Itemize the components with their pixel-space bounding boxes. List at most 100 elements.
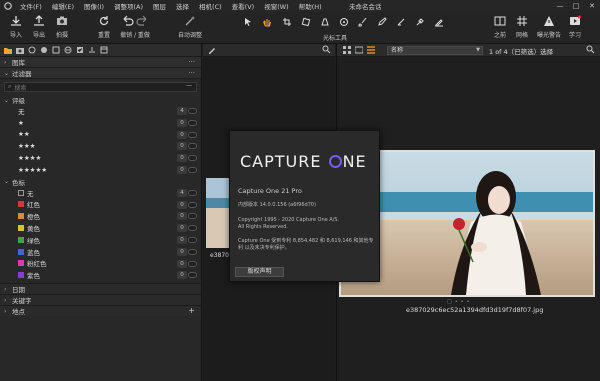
crop-tool[interactable] xyxy=(281,16,293,28)
filter-toggle[interactable] xyxy=(188,143,197,150)
filter-toggle[interactable] xyxy=(188,236,197,243)
search-icon[interactable] xyxy=(322,45,331,56)
count: 0 xyxy=(177,154,187,163)
filter-toggle[interactable] xyxy=(188,119,197,126)
menu-edit[interactable]: 编辑(E) xyxy=(47,1,79,11)
rating-filter-row[interactable]: ★★ 0 xyxy=(0,129,201,141)
menu-help[interactable]: 帮助(H) xyxy=(294,1,327,11)
undo-redo-button[interactable]: 撤销 / 重做 xyxy=(118,14,152,39)
search-icon[interactable] xyxy=(586,45,595,56)
batch-tab-icon[interactable] xyxy=(99,46,108,55)
output-tab-icon[interactable] xyxy=(87,46,96,55)
filter-toggle[interactable] xyxy=(188,131,197,138)
library-section[interactable]: › 图库 ··· xyxy=(0,57,201,68)
rating-filter-row[interactable]: ★ 0 xyxy=(0,117,201,129)
filters-section[interactable]: ⌄ 过滤器 ··· xyxy=(0,68,201,79)
library-tab-icon[interactable] xyxy=(3,46,12,55)
menu-file[interactable]: 文件(F) xyxy=(15,1,47,11)
pen-icon[interactable] xyxy=(208,46,216,56)
filters-label: 过滤器 xyxy=(12,70,32,78)
color-tag-filter-row[interactable]: 黄色 0 xyxy=(0,222,201,234)
rating-group[interactable]: ⌄ 评级 xyxy=(0,95,201,106)
keystone-tool[interactable] xyxy=(319,16,331,28)
close-button[interactable]: ✕ xyxy=(584,0,600,12)
menu-adjustments[interactable]: 调整项(A) xyxy=(109,1,148,11)
keywords-section[interactable]: › 关键字 xyxy=(0,294,201,306)
color-tag-filter-row[interactable]: 红色 0 xyxy=(0,199,201,211)
color-tag-filter-row[interactable]: 无4 xyxy=(0,187,201,199)
build-text: 内部版本 14.0.0.156 (a6f96d70) xyxy=(238,202,317,208)
annotate-tool[interactable] xyxy=(433,16,445,28)
export-button[interactable]: 导出 xyxy=(27,14,51,39)
lens-tab-icon[interactable] xyxy=(27,46,36,55)
before-button[interactable]: 之前 xyxy=(488,14,512,39)
grid-view-icon[interactable] xyxy=(343,46,351,56)
rating-label: 无 xyxy=(18,107,25,116)
color-tag-group[interactable]: ⌄ 色标 xyxy=(0,177,201,187)
filter-toggle[interactable] xyxy=(188,201,197,208)
brush-tool[interactable] xyxy=(357,16,369,28)
color-tag-filter-row[interactable]: 蓝色 0 xyxy=(0,246,201,258)
capture-tab-icon[interactable] xyxy=(15,46,24,55)
metadata-tab-icon[interactable] xyxy=(75,46,84,55)
filter-toggle[interactable] xyxy=(188,213,197,220)
exposure-warning-button[interactable]: 曝光警告 xyxy=(537,14,561,39)
rating-filter-row[interactable]: ★★★ 0 xyxy=(0,140,201,152)
filter-toggle[interactable] xyxy=(188,272,197,279)
sort-select[interactable]: 名称 ▼ xyxy=(387,46,483,55)
filter-toggle[interactable] xyxy=(188,260,197,267)
minimize-button[interactable]: — xyxy=(552,0,568,12)
thumbnail-left[interactable] xyxy=(206,178,230,248)
menu-image[interactable]: 图像(I) xyxy=(79,1,109,11)
color-tag-filter-row[interactable]: 紫色 0 xyxy=(0,269,201,281)
add-icon[interactable]: + xyxy=(188,306,195,315)
menu-view[interactable]: 查看(V) xyxy=(227,1,260,11)
reset-button[interactable]: 重置 xyxy=(92,14,116,39)
menu-camera[interactable]: 相机(C) xyxy=(194,1,227,11)
exposure-tab-icon[interactable] xyxy=(51,46,60,55)
maximize-button[interactable]: □ xyxy=(568,0,584,12)
capture-button[interactable]: 拍摄 xyxy=(50,14,74,39)
filter-toggle[interactable] xyxy=(188,225,197,232)
count: 0 xyxy=(177,235,187,244)
pan-tool[interactable] xyxy=(261,16,273,28)
eraser-tool[interactable] xyxy=(376,16,388,28)
license-button[interactable]: 版权声明 xyxy=(235,267,284,277)
filter-toggle[interactable] xyxy=(188,189,197,196)
select-tool[interactable] xyxy=(242,16,254,28)
straighten-tool[interactable] xyxy=(300,16,312,28)
count-toggle: 0 xyxy=(177,142,197,151)
color-tag-filter-row[interactable]: 绿色 0 xyxy=(0,234,201,246)
more-icon[interactable]: ··· xyxy=(188,69,195,77)
color-tag-filter-row[interactable]: 粉红色 0 xyxy=(0,258,201,270)
learn-label: 学习 xyxy=(568,32,581,39)
more-icon[interactable]: ··· xyxy=(188,58,195,66)
color-tag-filter-row[interactable]: 橙色 0 xyxy=(0,210,201,222)
filter-toggle[interactable] xyxy=(188,108,197,114)
draw-mask-tool[interactable] xyxy=(395,16,407,28)
filter-toggle[interactable] xyxy=(188,248,197,255)
color-tab-icon[interactable] xyxy=(39,46,48,55)
details-tab-icon[interactable] xyxy=(63,46,72,55)
spot-tool[interactable] xyxy=(338,16,350,28)
rating-filter-row[interactable]: ★★★★ 0 xyxy=(0,152,201,164)
filmstrip-view-icon[interactable] xyxy=(354,46,364,56)
date-section[interactable]: › 日期 xyxy=(0,283,201,295)
filter-toggle[interactable] xyxy=(188,155,197,162)
menu-layers[interactable]: 图层 xyxy=(148,1,171,11)
import-button[interactable]: 导入 xyxy=(4,14,28,39)
picker-tool[interactable] xyxy=(414,16,426,28)
auto-adjust-button[interactable]: 自动调整 xyxy=(176,14,204,39)
collapse-icon[interactable]: — xyxy=(186,82,192,89)
grid-button[interactable]: 网格 xyxy=(510,14,534,39)
menu-select[interactable]: 选择 xyxy=(171,1,194,11)
list-view-icon[interactable] xyxy=(367,46,375,56)
filter-search-input[interactable]: ⌕ 搜索 — xyxy=(4,82,197,92)
location-section[interactable]: › 地点 + xyxy=(0,305,201,317)
before-label: 之前 xyxy=(493,32,506,39)
menu-window[interactable]: 视窗(W) xyxy=(259,1,294,11)
rating-filter-row[interactable]: 无4 xyxy=(0,105,201,117)
filter-toggle[interactable] xyxy=(188,166,197,173)
learn-button[interactable]: 学习 xyxy=(563,14,587,39)
rating-filter-row[interactable]: ★★★★★ 0 xyxy=(0,164,201,176)
